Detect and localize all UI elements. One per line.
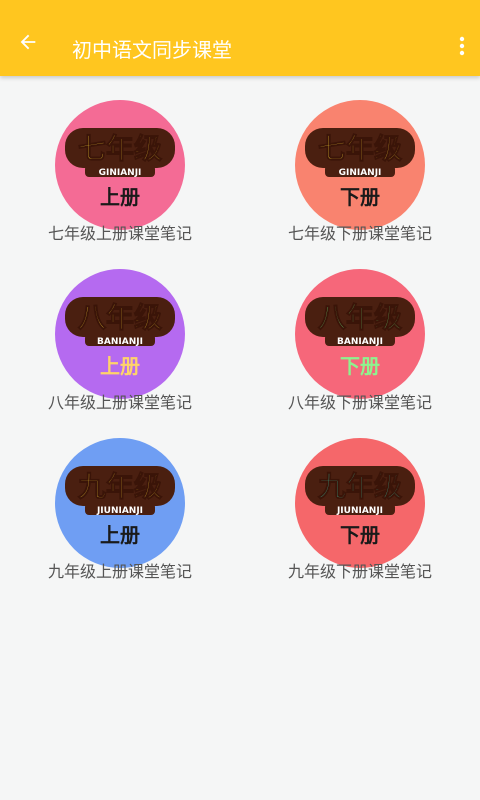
page-title: 初中语文同步课堂 (72, 38, 232, 62)
book-cover[interactable]: 七年级 GINIANJI 上册 (55, 100, 185, 230)
book-caption: 七年级上册课堂笔记 (47, 224, 192, 243)
pinyin-label: GINIANJI (99, 168, 142, 178)
book-logo: 七年级 GINIANJI 下册 (305, 128, 415, 209)
term-label: 上册 (100, 354, 140, 378)
book-item[interactable]: 九年级 JIUNIANJI 上册 九年级上册课堂笔记 (0, 438, 240, 598)
book-logo: 九年级 JIUNIANJI 上册 (65, 466, 175, 547)
grade-logo-text: 七年级 (318, 132, 402, 165)
book-caption: 九年级上册课堂笔记 (47, 562, 192, 581)
book-item[interactable]: 九年级 JIUNIANJI 下册 九年级下册课堂笔记 (240, 438, 480, 598)
arrow-left-icon (17, 31, 39, 57)
back-button[interactable] (10, 26, 46, 62)
term-label: 下册 (340, 354, 380, 378)
grade-logo-text: 七年级 (78, 132, 162, 165)
term-label: 上册 (100, 185, 140, 209)
book-logo: 七年级 GINIANJI 上册 (65, 128, 175, 209)
pinyin-label: BANIANJI (97, 337, 143, 347)
book-item[interactable]: 七年级 GINIANJI 下册 七年级下册课堂笔记 (240, 100, 480, 260)
pinyin-label: GINIANJI (339, 168, 382, 178)
grade-logo-text: 八年级 (78, 301, 162, 334)
book-cover[interactable]: 八年级 BANIANJI 上册 (55, 269, 185, 399)
term-label: 下册 (340, 185, 380, 209)
overflow-menu-button[interactable] (450, 32, 474, 64)
app-bar: 初中语文同步课堂 (0, 0, 480, 76)
book-caption: 八年级上册课堂笔记 (47, 393, 192, 412)
term-label: 上册 (100, 523, 140, 547)
book-cover[interactable]: 七年级 GINIANJI 下册 (295, 100, 425, 230)
book-caption: 八年级下册课堂笔记 (287, 393, 432, 412)
book-item[interactable]: 七年级 GINIANJI 上册 七年级上册课堂笔记 (0, 100, 240, 260)
book-logo: 九年级 JIUNIANJI 下册 (305, 466, 415, 547)
book-caption: 九年级下册课堂笔记 (287, 562, 432, 581)
grade-logo-text: 九年级 (318, 470, 402, 503)
book-cover[interactable]: 九年级 JIUNIANJI 下册 (295, 438, 425, 568)
book-item[interactable]: 八年级 BANIANJI 上册 八年级上册课堂笔记 (0, 269, 240, 429)
book-logo: 八年级 BANIANJI 下册 (305, 297, 415, 378)
term-label: 下册 (340, 523, 380, 547)
pinyin-label: JIUNIANJI (336, 506, 383, 516)
book-caption: 七年级下册课堂笔记 (287, 224, 432, 243)
book-logo: 八年级 BANIANJI 上册 (65, 297, 175, 378)
more-vertical-icon (459, 36, 465, 60)
pinyin-label: JIUNIANJI (96, 506, 143, 516)
grade-logo-text: 九年级 (78, 470, 162, 503)
pinyin-label: BANIANJI (337, 337, 383, 347)
book-cover[interactable]: 八年级 BANIANJI 下册 (295, 269, 425, 399)
book-cover[interactable]: 九年级 JIUNIANJI 上册 (55, 438, 185, 568)
grade-logo-text: 八年级 (318, 301, 402, 334)
book-item[interactable]: 八年级 BANIANJI 下册 八年级下册课堂笔记 (240, 269, 480, 429)
